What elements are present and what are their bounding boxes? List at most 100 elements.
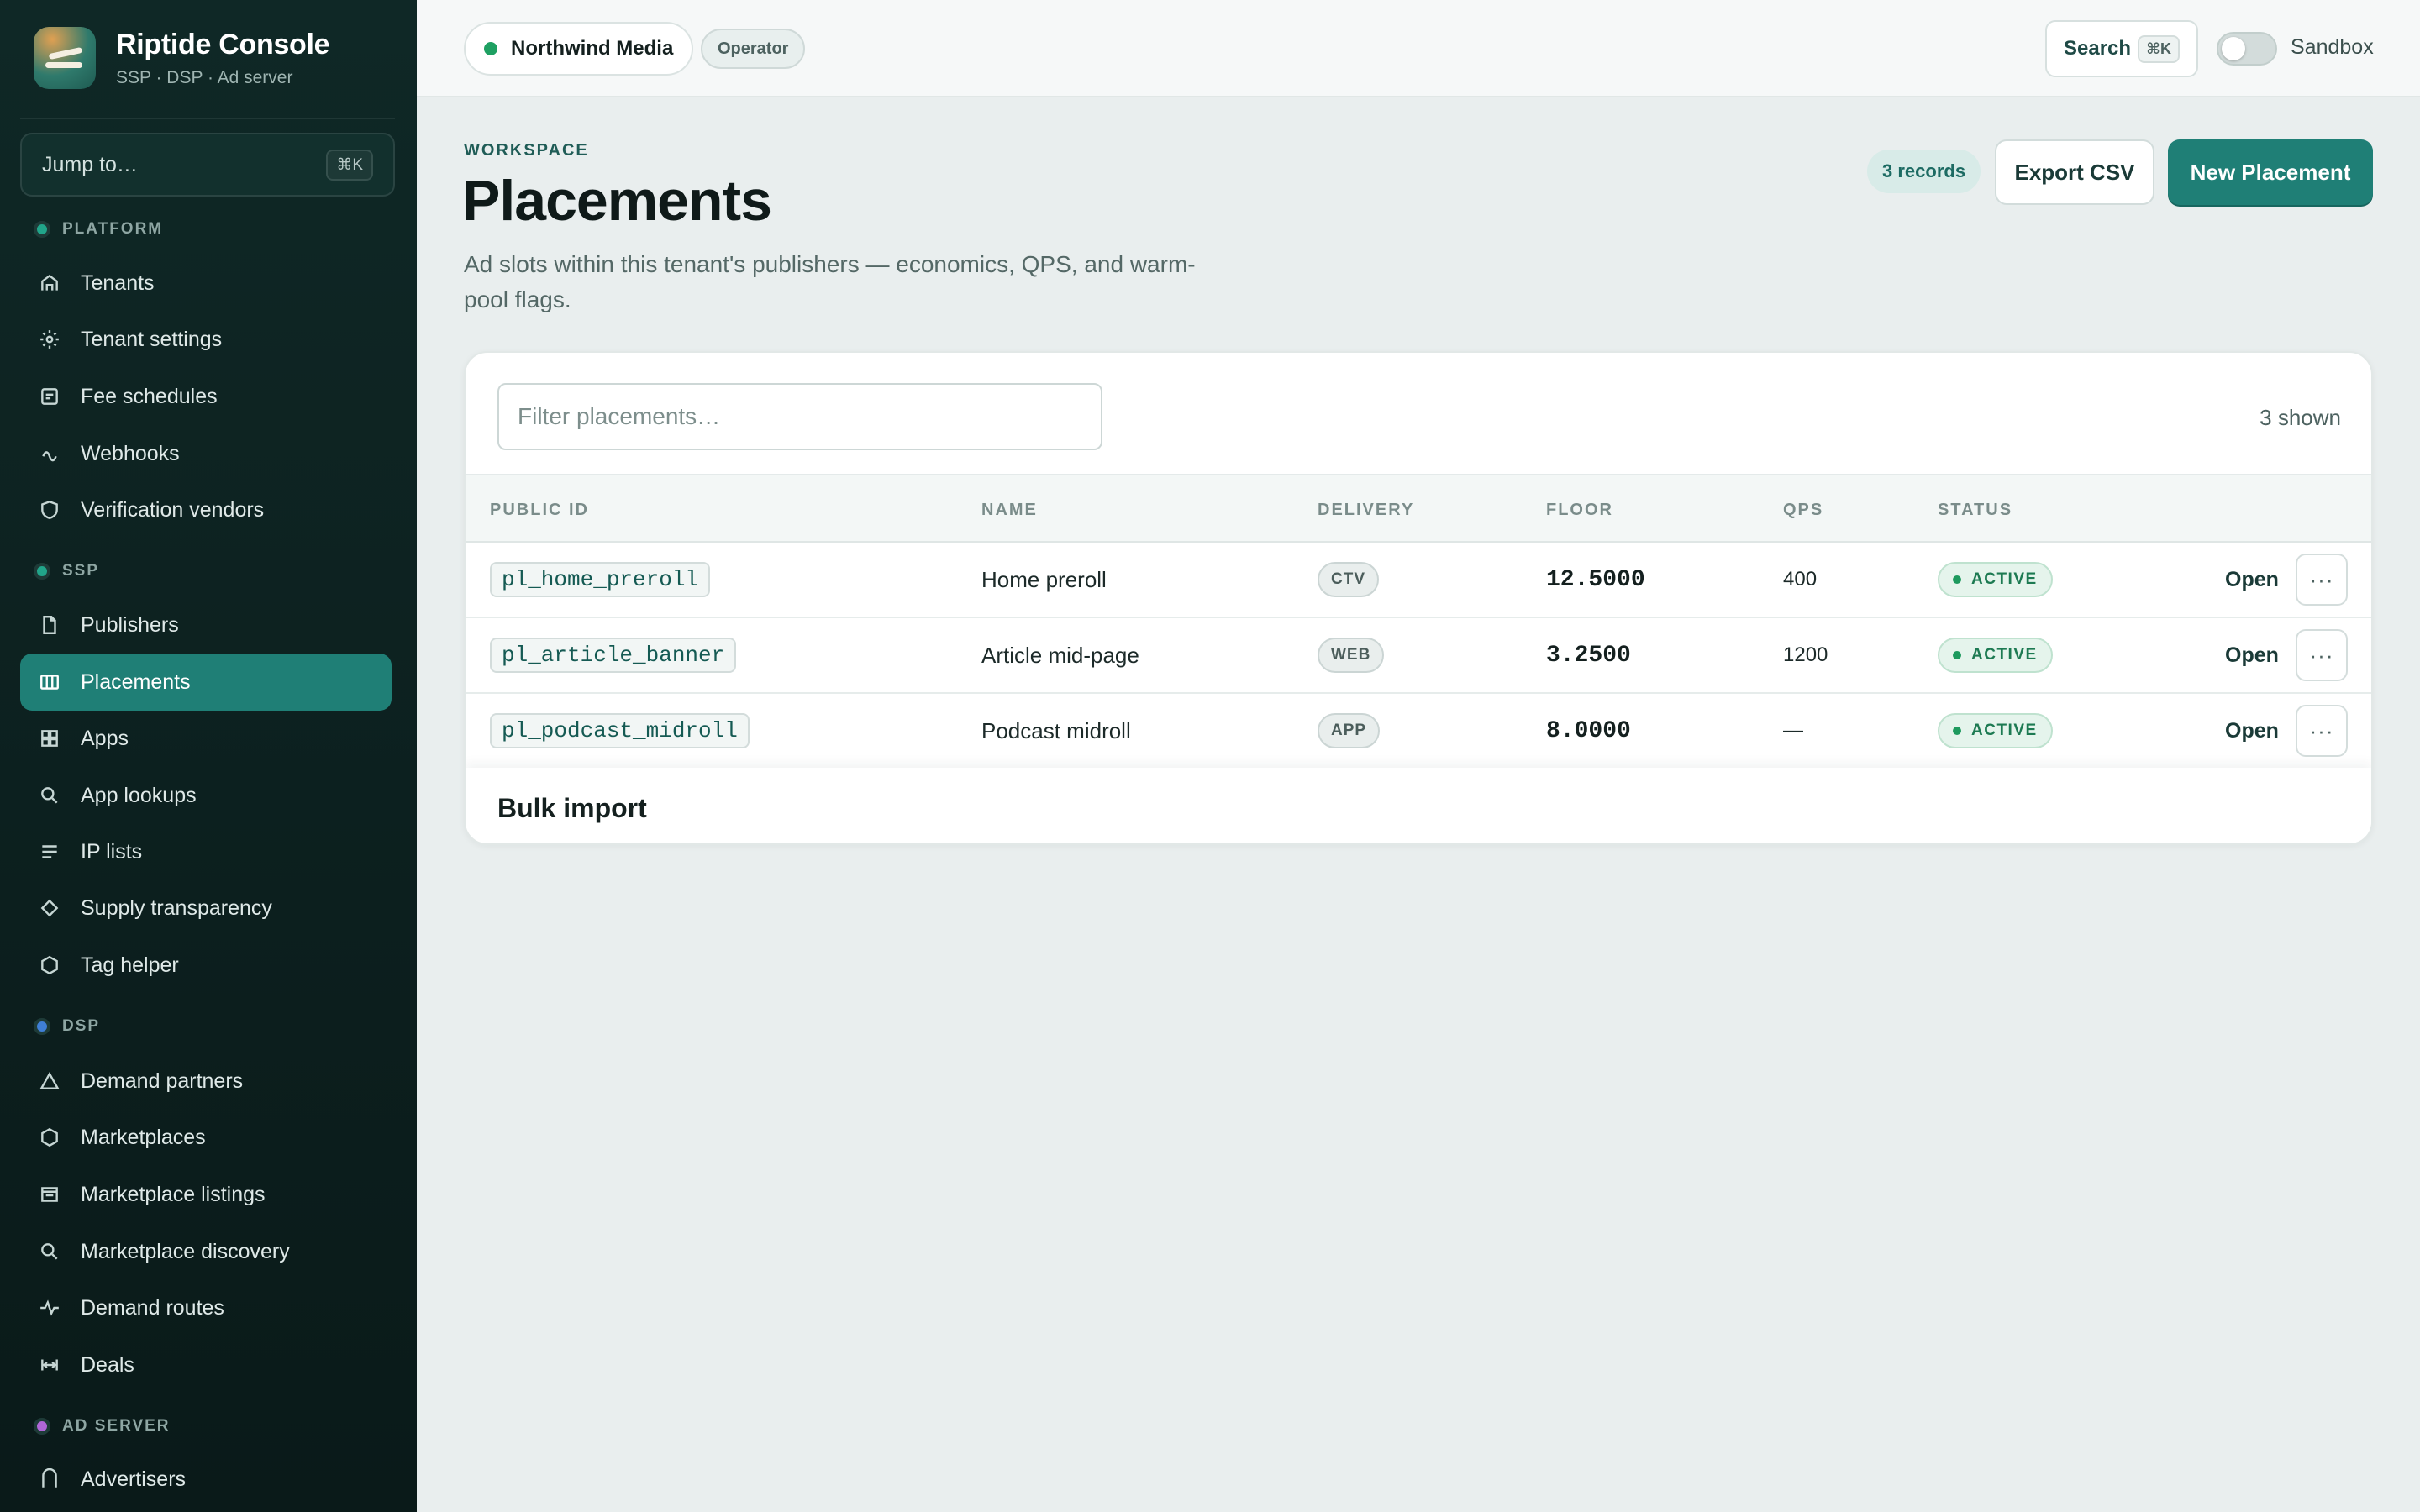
column-header[interactable]: QPS — [1783, 501, 1823, 520]
export-csv-button[interactable]: Export CSV — [1995, 139, 2154, 205]
sidebar-item-advertisers[interactable]: Advertisers — [20, 1451, 392, 1508]
sidebar-item-demand-partners[interactable]: Demand partners — [20, 1053, 392, 1110]
sidebar-item-demand-routes[interactable]: Demand routes — [20, 1279, 392, 1336]
sidebar-item-verification-vendors[interactable]: Verification vendors — [20, 481, 392, 538]
sidebar-item-label: Marketplace listings — [81, 1182, 266, 1206]
records-badge: 3 records — [1867, 150, 1981, 193]
column-header[interactable]: FLOOR — [1546, 501, 1613, 520]
hexagon-icon — [41, 955, 58, 975]
sidebar-item-placements[interactable]: Placements — [20, 654, 392, 711]
floor-value: 3.2500 — [1546, 642, 1631, 669]
tenant-name: Northwind Media — [511, 37, 674, 60]
jump-to-label: Jump to… — [42, 152, 138, 176]
page-eyebrow: WORKSPACE — [464, 141, 589, 160]
sidebar-item-ip-lists[interactable]: IP lists — [20, 823, 392, 880]
filter-field[interactable] — [497, 383, 1102, 450]
bulk-import-title[interactable]: Bulk import — [497, 793, 647, 824]
floor-value: 12.5000 — [1546, 566, 1645, 593]
sidebar-item-supply-transparency[interactable]: Supply transparency — [20, 879, 392, 937]
sidebar-item-publishers[interactable]: Publishers — [20, 596, 392, 654]
search-icon — [41, 1243, 58, 1260]
more-options-icon[interactable]: ··· — [2296, 554, 2348, 606]
open-link[interactable]: Open — [2225, 694, 2279, 768]
topbar: Northwind Media Operator Search ⌘K Sandb… — [417, 0, 2420, 97]
sidebar-item-label: Demand routes — [81, 1295, 224, 1320]
section-dot — [34, 1018, 50, 1035]
filter-input[interactable] — [518, 403, 1082, 430]
qps-value: 1200 — [1783, 643, 1828, 666]
column-header[interactable]: STATUS — [1938, 501, 2012, 520]
qps-value: 400 — [1783, 568, 1818, 591]
column-header[interactable]: NAME — [981, 501, 1038, 520]
section-platform: PLATFORM — [34, 220, 163, 239]
sidebar-item-label: Verification vendors — [81, 497, 265, 522]
building-icon — [42, 1468, 57, 1488]
public-id: pl_home_preroll — [490, 562, 711, 597]
new-placement-button[interactable]: New Placement — [2168, 139, 2373, 205]
brand-subtitle: SSP · DSP · Ad server — [116, 67, 293, 87]
sidebar-item-fee-schedules[interactable]: Fee schedules — [20, 368, 392, 425]
sidebar-item-label: Fee schedules — [81, 384, 218, 408]
sidebar-item-app-lookups[interactable]: App lookups — [20, 767, 392, 824]
brand-logo — [34, 27, 96, 89]
table-row[interactable]: pl_podcast_midroll Podcast midroll APP 8… — [466, 694, 2371, 769]
hexagon-icon — [41, 1127, 58, 1147]
table-row[interactable]: pl_home_preroll Home preroll CTV 12.5000… — [466, 543, 2371, 618]
sidebar-item-marketplace-listings[interactable]: Marketplace listings — [20, 1166, 392, 1223]
qps-value: — — [1783, 719, 1803, 742]
sidebar-item-apps[interactable]: Apps — [20, 710, 392, 767]
status-dot — [1953, 727, 1961, 735]
sidebar: Riptide Console SSP · DSP · Ad server Ju… — [0, 0, 417, 1512]
status-badge: ACTIVE — [1938, 562, 2053, 597]
more-options-icon[interactable]: ··· — [2296, 705, 2348, 757]
placements-card: 3 shown PUBLIC ID NAME DELIVERY FLOOR QP… — [464, 351, 2373, 845]
status-badge: ACTIVE — [1938, 638, 2053, 673]
home-icon — [41, 274, 58, 291]
open-link[interactable]: Open — [2225, 618, 2279, 692]
placement-name: Home preroll — [981, 566, 1107, 592]
column-header[interactable]: PUBLIC ID — [490, 501, 589, 520]
sidebar-item-label: IP lists — [81, 839, 143, 864]
toggle-knob — [2222, 37, 2245, 60]
pulse-icon — [40, 1299, 59, 1316]
page-title: Placements — [462, 169, 772, 233]
public-id: pl_article_banner — [490, 638, 737, 673]
jump-shortcut: ⌘K — [326, 149, 373, 181]
gear-icon — [40, 330, 59, 349]
more-options-icon[interactable]: ··· — [2296, 629, 2348, 681]
sidebar-item-marketplace-discovery[interactable]: Marketplace discovery — [20, 1223, 392, 1280]
sidebar-item-tag-helper[interactable]: Tag helper — [20, 937, 392, 994]
sidebar-item-tenants[interactable]: Tenants — [20, 255, 392, 312]
sidebar-item-webhooks[interactable]: Webhooks — [20, 425, 392, 482]
sidebar-item-label: Advertisers — [81, 1467, 187, 1491]
sidebar-item-deals[interactable]: Deals — [20, 1336, 392, 1394]
bulk-import-panel: Bulk import — [466, 768, 2371, 843]
sidebar-item-label: App lookups — [81, 783, 197, 807]
sidebar-item-label: Webhooks — [81, 441, 180, 465]
sidebar-item-label: Supply transparency — [81, 895, 272, 920]
section-dot — [34, 1418, 50, 1435]
sidebar-item-tenant-settings[interactable]: Tenant settings — [20, 311, 392, 368]
sidebar-divider — [20, 118, 395, 119]
status-dot — [1953, 651, 1961, 659]
table-row[interactable]: pl_article_banner Article mid-page WEB 3… — [466, 618, 2371, 694]
role-badge: Operator — [701, 29, 806, 69]
sidebar-item-marketplaces[interactable]: Marketplaces — [20, 1109, 392, 1166]
document-icon — [43, 616, 56, 634]
column-header[interactable]: DELIVERY — [1318, 501, 1414, 520]
section-dsp: DSP — [34, 1017, 100, 1036]
open-link[interactable]: Open — [2225, 543, 2279, 617]
floor-value: 8.0000 — [1546, 717, 1631, 744]
deal-icon — [41, 1359, 58, 1371]
tenant-status-dot — [484, 42, 497, 55]
sandbox-label: Sandbox — [2291, 35, 2374, 59]
delivery-badge: CTV — [1318, 562, 1379, 597]
sidebar-item-label: Deals — [81, 1352, 134, 1377]
search-button[interactable]: Search ⌘K — [2045, 20, 2198, 77]
table-header: PUBLIC ID NAME DELIVERY FLOOR QPS STATUS — [466, 474, 2371, 543]
search-shortcut: ⌘K — [2138, 34, 2180, 63]
brand[interactable]: Riptide Console SSP · DSP · Ad server — [34, 27, 330, 89]
sandbox-toggle[interactable] — [2217, 32, 2277, 66]
jump-to-button[interactable]: Jump to… ⌘K — [20, 133, 395, 197]
tenant-switcher[interactable]: Northwind Media — [464, 22, 694, 76]
